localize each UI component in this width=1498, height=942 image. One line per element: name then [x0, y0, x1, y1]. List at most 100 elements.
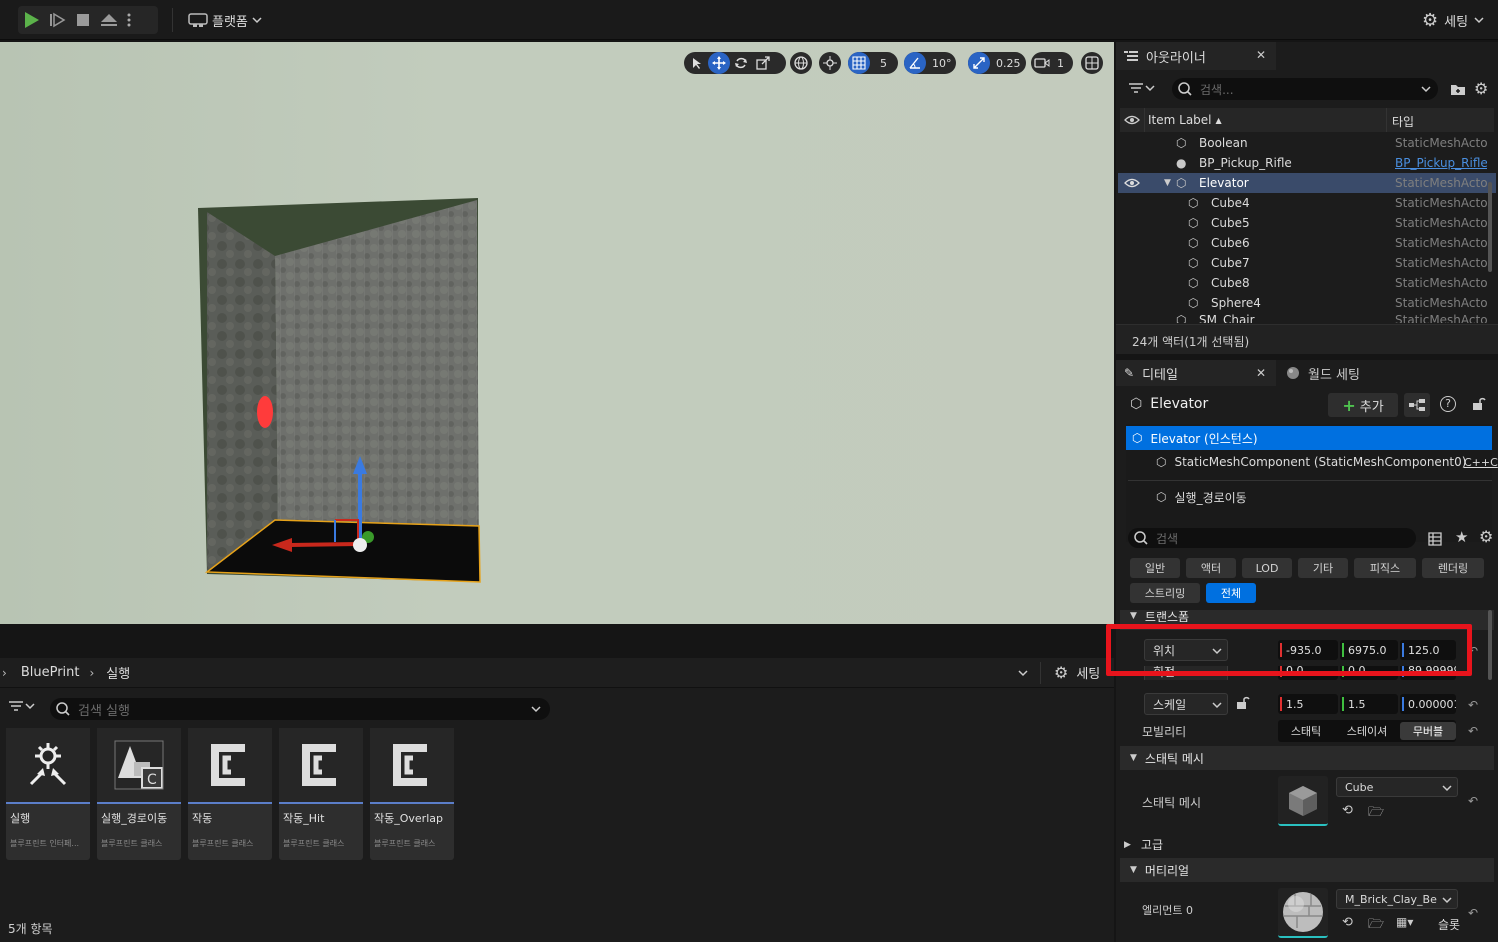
use-selected-icon[interactable]: ⟲ [1342, 915, 1353, 930]
grid-snap-control[interactable]: 5 [848, 52, 898, 74]
lock-open-icon[interactable] [1236, 696, 1250, 710]
lock-open-icon[interactable] [1472, 397, 1486, 411]
outliner-row[interactable]: ⬡ Cube7 StaticMeshActor [1118, 253, 1496, 273]
outliner-row-partial[interactable]: ⬡ SM_Chair StaticMeshActor [1118, 313, 1496, 323]
component-instance-row[interactable]: ⬡ Elevator (인스턴스) [1126, 426, 1492, 450]
gizmo-x-axis[interactable] [289, 542, 359, 547]
add-folder-icon[interactable] [1450, 82, 1466, 96]
asset-tile[interactable]: 작동_Hit 블루프린트 클래스 [279, 728, 363, 860]
filter-tab[interactable]: 일반 [1130, 558, 1180, 578]
component-row[interactable]: ⬡ 실행_경로이동 [1156, 486, 1456, 508]
details-search-field[interactable]: 검색 [1128, 528, 1416, 548]
outliner-tab[interactable]: 아웃라이너 ✕ [1116, 42, 1276, 70]
close-icon[interactable]: ✕ [1256, 48, 1266, 62]
browse-folder-icon[interactable]: 🗁 [1368, 915, 1384, 937]
outliner-row-selected[interactable]: ▼ ⬡ Elevator StaticMeshActor [1118, 173, 1496, 193]
outliner-row[interactable]: ⬡ Cube4 StaticMeshActor [1118, 193, 1496, 213]
asset-tile[interactable]: C 실행_경로이동 블루프린트 클래스 [97, 728, 181, 860]
cpp-link[interactable]: C++C [1464, 456, 1498, 469]
details-scrollbar[interactable] [1488, 610, 1492, 680]
outliner-search-field[interactable]: 검색... [1172, 78, 1438, 100]
select-mode-icon[interactable] [686, 52, 708, 74]
asset-tile[interactable]: 실행 블루프린트 인터페... [6, 728, 90, 860]
filter-tab[interactable]: LOD [1242, 558, 1292, 578]
expand-arrow-icon[interactable]: ▼ [1164, 178, 1171, 188]
play-button[interactable] [18, 6, 44, 34]
advance-frame-button[interactable] [44, 6, 70, 34]
outliner-row[interactable]: ⬡ Cube6 StaticMeshActor [1118, 233, 1496, 253]
material-picker[interactable]: M_Brick_Clay_Be [1336, 889, 1458, 909]
mobility-movable[interactable]: 무버블 [1400, 722, 1456, 740]
scale-z-field[interactable]: 0.000001 [1400, 694, 1456, 714]
translate-mode-icon[interactable] [708, 52, 730, 74]
close-icon[interactable]: ✕ [1256, 366, 1266, 380]
stop-button[interactable] [70, 6, 96, 34]
materials-section-header[interactable]: ▼ 머티리얼 [1120, 858, 1494, 882]
mesh-thumbnail[interactable] [1278, 776, 1328, 826]
details-tab[interactable]: ✎ 디테일 ✕ [1116, 360, 1276, 386]
advanced-expander[interactable]: ▶ 고급 [1124, 836, 1163, 853]
surface-snap-toggle[interactable] [819, 52, 841, 74]
chevron-down-icon[interactable] [1018, 669, 1028, 677]
rotation-snap-control[interactable]: 10° [904, 52, 956, 74]
cb-search-field[interactable]: 검색 실행 [50, 698, 550, 720]
browse-folder-icon[interactable]: 🗁 [1368, 803, 1384, 825]
hierarchy-button[interactable] [1404, 393, 1430, 417]
outliner-row[interactable]: ● BP_Pickup_Rifle BP_Pickup_Rifle [1118, 153, 1496, 173]
breadcrumb-current[interactable]: 실행 [106, 663, 130, 682]
use-selected-icon[interactable]: ⟲ [1342, 803, 1353, 818]
scale-mode-icon[interactable] [752, 52, 774, 74]
scale-snap-control[interactable]: 0.25 [968, 52, 1026, 74]
filter-tab-active[interactable]: 전체 [1206, 583, 1256, 603]
filter-tab[interactable]: 스트리밍 [1130, 583, 1200, 603]
static-mesh-picker[interactable]: Cube [1336, 777, 1458, 797]
col-item-label[interactable]: Item Label ▲ [1148, 113, 1222, 127]
help-icon[interactable]: ? [1440, 396, 1456, 412]
mobility-static[interactable]: 스태틱 [1278, 720, 1334, 742]
col-type[interactable]: 타입 [1392, 113, 1414, 130]
reset-icon[interactable]: ↶ [1468, 906, 1478, 920]
asset-tile[interactable]: 작동_Overlap 블루프린트 클래스 [370, 728, 454, 860]
settings-menu[interactable]: ⚙ 세팅 [1422, 10, 1484, 31]
outliner-row[interactable]: ⬡ Boolean StaticMeshActor [1118, 133, 1496, 153]
layout-button[interactable] [1081, 52, 1103, 74]
mobility-stationary[interactable]: 스테이셔 [1336, 720, 1398, 742]
world-settings-tab[interactable]: 월드 세팅 [1286, 360, 1360, 386]
scale-y-field[interactable]: 1.5 [1340, 694, 1398, 714]
filter-tab[interactable]: 기타 [1298, 558, 1348, 578]
scale-x-field[interactable]: 1.5 [1278, 694, 1338, 714]
asset-tile[interactable]: 작동 블루프린트 클래스 [188, 728, 272, 860]
checker-icon[interactable]: ▦▾ [1396, 915, 1413, 929]
filter-tab[interactable]: 피직스 [1354, 558, 1416, 578]
camera-speed-control[interactable]: 1 [1031, 52, 1073, 74]
eye-icon[interactable] [1124, 178, 1140, 188]
platform-menu[interactable]: 플랫폼 [188, 10, 262, 30]
row-type-link[interactable]: BP_Pickup_Rifle [1395, 156, 1487, 170]
gizmo-center[interactable] [353, 538, 367, 552]
table-view-icon[interactable] [1428, 532, 1442, 546]
rotate-mode-icon[interactable] [730, 52, 752, 74]
outliner-row[interactable]: ⬡ Sphere4 StaticMeshActor [1118, 293, 1496, 313]
outliner-scrollbar[interactable] [1488, 182, 1492, 272]
outliner-filter-button[interactable] [1128, 82, 1156, 94]
more-options-icon[interactable] [122, 6, 136, 34]
gear-icon[interactable]: ⚙ [1474, 79, 1488, 98]
cb-filter-button[interactable] [8, 700, 36, 712]
cb-settings-button[interactable]: ⚙ 세팅 [1054, 663, 1100, 682]
static-mesh-section-header[interactable]: ▼ 스태틱 메시 [1120, 746, 1494, 770]
material-thumbnail[interactable] [1278, 888, 1328, 938]
reset-icon[interactable]: ↶ [1468, 724, 1478, 738]
panel-splitter[interactable] [0, 624, 1114, 658]
eye-icon[interactable] [1124, 115, 1140, 125]
component-row[interactable]: ⬡ StaticMeshComponent (StaticMeshCompone… [1156, 452, 1498, 472]
filter-tab[interactable]: 액터 [1186, 558, 1236, 578]
reset-icon[interactable]: ↶ [1468, 698, 1478, 712]
world-local-toggle[interactable] [790, 52, 812, 74]
star-icon[interactable]: ★ [1455, 528, 1468, 546]
reset-icon[interactable]: ↶ [1468, 794, 1478, 808]
level-viewport[interactable]: 5 10° 0.25 1 [0, 42, 1114, 624]
breadcrumb-root[interactable]: BluePrint [21, 665, 80, 680]
outliner-row[interactable]: ⬡ Cube8 StaticMeshActor [1118, 273, 1496, 293]
filter-tab[interactable]: 렌더링 [1422, 558, 1484, 578]
add-component-button[interactable]: + 추가 [1328, 393, 1398, 417]
